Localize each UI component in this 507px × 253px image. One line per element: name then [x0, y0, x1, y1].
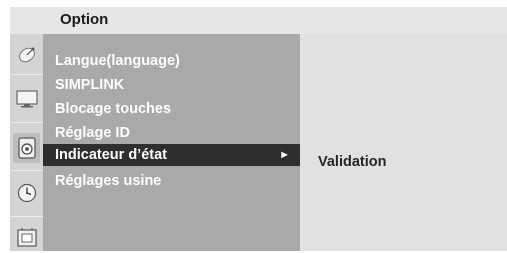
- menu-item-label: SIMPLINK: [55, 77, 125, 93]
- menu-item-set-id[interactable]: Réglage ID: [55, 122, 295, 144]
- menu-item-label: Réglages usine: [55, 173, 162, 189]
- icon-separator: [10, 216, 43, 217]
- menu-item-language[interactable]: Langue(language): [55, 50, 295, 72]
- menu-title: Option: [60, 11, 109, 28]
- option-box-icon[interactable]: [13, 223, 40, 253]
- submenu-arrow-icon: ►: [279, 149, 290, 161]
- osd-menu: Option Langue(language) SIMPLINK Blocage…: [10, 7, 507, 251]
- icon-separator: [10, 74, 43, 75]
- clock-icon[interactable]: [13, 178, 40, 208]
- menu-item-label: Blocage touches: [55, 101, 172, 117]
- option-menu-list: Langue(language) SIMPLINK Blocage touche…: [43, 34, 300, 251]
- menu-item-label: Réglage ID: [55, 125, 130, 141]
- satellite-dish-icon[interactable]: [13, 40, 40, 70]
- submenu-panel: Validation: [300, 34, 507, 251]
- speaker-icon[interactable]: [13, 133, 40, 163]
- category-icon-strip: [10, 34, 43, 251]
- menu-item-key-lock[interactable]: Blocage touches: [55, 98, 295, 120]
- menu-item-label: Indicateur d’état: [55, 147, 167, 163]
- icon-separator: [10, 170, 43, 171]
- monitor-icon[interactable]: [13, 84, 40, 114]
- menu-item-factory-reset[interactable]: Réglages usine: [55, 170, 295, 192]
- menu-item-label: Langue(language): [55, 53, 180, 69]
- menu-item-simplink[interactable]: SIMPLINK: [55, 74, 295, 96]
- menu-item-power-indicator[interactable]: Indicateur d’état ►: [43, 144, 300, 166]
- icon-separator: [10, 122, 43, 123]
- submenu-item-validation[interactable]: Validation: [318, 154, 387, 170]
- title-bar: Option: [10, 7, 507, 34]
